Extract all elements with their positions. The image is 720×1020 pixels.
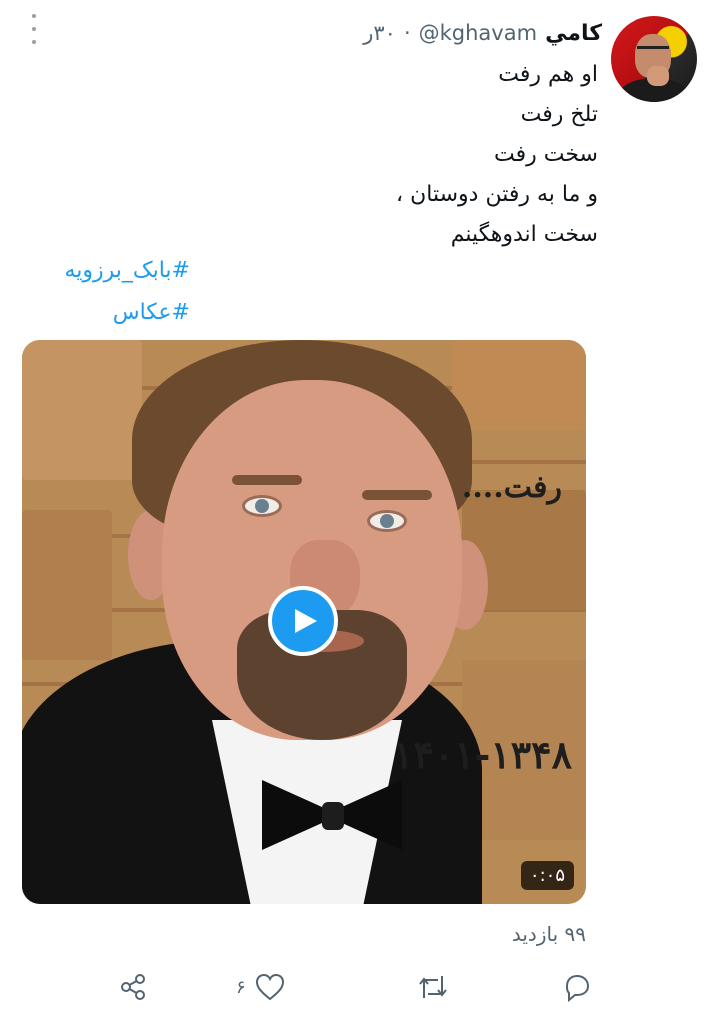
- header-separator: ·: [403, 21, 411, 45]
- share-button[interactable]: [118, 962, 148, 1012]
- tweet-line: او هم رفت: [498, 62, 598, 87]
- media-caption-top: رفت....: [461, 470, 562, 505]
- like-button[interactable]: ۶: [236, 962, 286, 1012]
- wall-stone: [22, 510, 112, 660]
- retweet-button[interactable]: [408, 962, 450, 1012]
- author-handle[interactable]: @kghavam: [419, 21, 537, 45]
- hashtag-link[interactable]: #بابک_برزویه: [20, 250, 190, 292]
- wall-stone: [22, 340, 142, 480]
- tweet-header: کامي @kghavam · ۳۰ر: [363, 18, 602, 48]
- hashtag-link[interactable]: #عکاس: [20, 292, 190, 334]
- tweet-line: سخت رفت: [494, 142, 598, 167]
- view-count: ۹۹ بازدید: [511, 922, 586, 946]
- share-icon: [121, 974, 145, 1000]
- photo-brow: [362, 490, 432, 500]
- tweet-line: سخت اندوهگینم: [450, 222, 598, 247]
- media-caption-years: ۱۴۰۱-۱۳۴۸: [392, 732, 572, 777]
- action-bar: ۶: [0, 962, 720, 1012]
- avatar[interactable]: [611, 16, 697, 102]
- author-name[interactable]: کامي: [545, 21, 602, 46]
- wall-stone: [452, 340, 586, 430]
- tweet-time[interactable]: ۳۰ر: [363, 21, 396, 45]
- video-duration: ۰:۰۵: [520, 861, 574, 890]
- photo-eye: [367, 510, 407, 532]
- photo-eye: [242, 495, 282, 517]
- like-count: ۶: [236, 976, 246, 998]
- photo-bowtie-knot: [322, 802, 344, 830]
- like-icon: [255, 973, 284, 1001]
- reply-icon: [565, 974, 590, 1002]
- tweet-line: تلخ رفت: [520, 102, 598, 127]
- play-icon[interactable]: [268, 586, 338, 656]
- reply-button[interactable]: [554, 962, 592, 1012]
- photo-brow: [232, 475, 302, 485]
- tweet-line: و ما به رفتن دوستان ،: [396, 182, 598, 207]
- more-options-icon[interactable]: [24, 14, 44, 44]
- hashtag-list: #بابک_برزویه #عکاس: [20, 250, 190, 334]
- retweet-icon: [419, 976, 447, 998]
- tweet-text: او هم رفت تلخ رفت سخت رفت و ما به رفتن د…: [78, 55, 598, 255]
- video-player[interactable]: رفت.... ۱۴۰۱-۱۳۴۸ ۰:۰۵: [22, 340, 586, 904]
